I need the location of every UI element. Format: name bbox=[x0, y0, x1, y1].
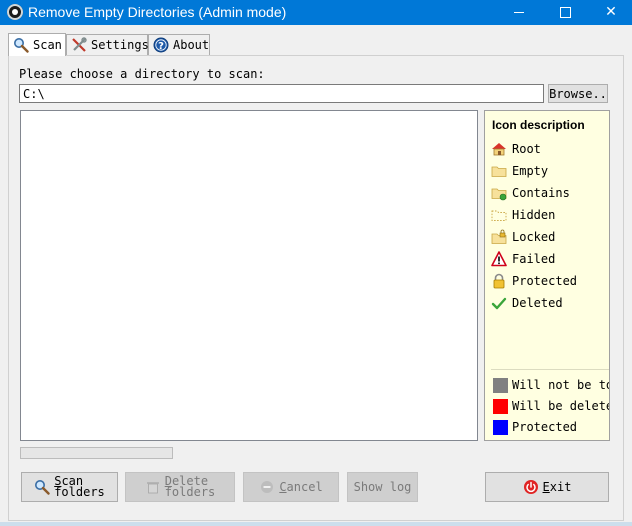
locked-folder-icon bbox=[491, 229, 507, 245]
power-icon bbox=[523, 479, 539, 495]
color-legend-label: Protected bbox=[512, 420, 578, 434]
color-legend-label: Will not be touc bbox=[512, 378, 609, 392]
color-legend-label: Will be deleted bbox=[512, 399, 610, 413]
legend-item-label: Empty bbox=[512, 164, 549, 178]
window-bottom-edge bbox=[0, 522, 632, 526]
red-swatch bbox=[493, 398, 508, 414]
window-title: Remove Empty Directories (Admin mode) bbox=[28, 4, 287, 20]
app-icon bbox=[7, 4, 23, 20]
legend-title: Icon description bbox=[492, 118, 585, 132]
tab-scan-label: Scan bbox=[33, 38, 62, 52]
color-legend-gray: Will not be touc bbox=[493, 377, 609, 393]
legend-divider bbox=[491, 369, 609, 370]
cancel-label: Cancel bbox=[279, 480, 323, 494]
directory-tree-view[interactable] bbox=[20, 110, 478, 441]
browse-button[interactable]: Browse.. bbox=[548, 84, 608, 103]
checkmark-icon bbox=[491, 295, 507, 311]
maximize-button[interactable] bbox=[542, 0, 588, 25]
color-legend-red: Will be deleted bbox=[493, 398, 610, 414]
warning-icon bbox=[491, 251, 507, 267]
minimize-icon bbox=[514, 11, 524, 13]
tab-scan[interactable]: Scan bbox=[8, 33, 66, 56]
close-button[interactable]: ✕ bbox=[588, 0, 632, 25]
gray-swatch bbox=[493, 377, 508, 393]
directory-path-input[interactable] bbox=[19, 84, 544, 103]
padlock-icon bbox=[491, 273, 507, 289]
tools-icon bbox=[71, 37, 87, 53]
legend-item-label: Contains bbox=[512, 186, 570, 200]
legend-item-empty: Empty bbox=[491, 162, 548, 180]
tab-settings[interactable]: Settings bbox=[66, 34, 149, 55]
magnifier-icon bbox=[13, 37, 29, 53]
folder-contains-icon bbox=[491, 185, 507, 201]
color-legend-blue: Protected bbox=[493, 419, 577, 435]
cancel-button[interactable]: Cancel bbox=[243, 472, 339, 502]
scan-progress-bar bbox=[20, 447, 173, 459]
scan-folders-label: Scan folders bbox=[54, 474, 105, 499]
tab-settings-label: Settings bbox=[91, 38, 149, 52]
legend-item-label: Protected bbox=[512, 274, 578, 288]
legend-item-label: Deleted bbox=[512, 296, 563, 310]
question-icon: ? bbox=[153, 37, 169, 53]
delete-folders-label: Delete folders bbox=[164, 474, 216, 499]
empty-folder-icon bbox=[491, 163, 507, 179]
legend-item-label: Failed bbox=[512, 252, 556, 266]
legend-item-deleted: Deleted bbox=[491, 294, 563, 312]
exit-label: Exit bbox=[542, 480, 572, 494]
title-bar[interactable]: Remove Empty Directories (Admin mode) ✕ bbox=[0, 0, 632, 25]
legend-item-root: Root bbox=[491, 140, 541, 158]
tab-about-label: About bbox=[173, 38, 210, 52]
minimize-button[interactable] bbox=[496, 0, 542, 25]
scan-folders-button[interactable]: Scan folders bbox=[21, 472, 118, 502]
legend-item-contains: Contains bbox=[491, 184, 570, 202]
legend-item-locked: Locked bbox=[491, 228, 555, 246]
svg-text:?: ? bbox=[158, 41, 164, 52]
tab-about[interactable]: ? About bbox=[148, 34, 210, 55]
legend-item-failed: Failed bbox=[491, 250, 555, 268]
house-icon bbox=[491, 141, 507, 157]
legend-item-label: Hidden bbox=[512, 208, 556, 222]
maximize-icon bbox=[559, 6, 571, 18]
show-log-button[interactable]: Show log bbox=[347, 472, 418, 502]
exit-button[interactable]: Exit bbox=[485, 472, 609, 502]
legend-item-label: Locked bbox=[512, 230, 556, 244]
blue-swatch bbox=[493, 419, 508, 435]
magnifier-icon bbox=[34, 479, 50, 495]
directory-prompt: Please choose a directory to scan: bbox=[19, 67, 265, 81]
trash-icon bbox=[145, 479, 161, 495]
legend-item-protected: Protected bbox=[491, 272, 577, 290]
delete-folders-button[interactable]: Delete folders bbox=[125, 472, 235, 502]
cancel-icon bbox=[259, 479, 275, 495]
legend-item-label: Root bbox=[512, 142, 541, 156]
hidden-folder-icon bbox=[491, 207, 507, 223]
legend-item-hidden: Hidden bbox=[491, 206, 555, 224]
icon-legend-panel: Icon description Root Empty Contains Hid… bbox=[484, 110, 610, 441]
close-icon: ✕ bbox=[605, 4, 617, 20]
